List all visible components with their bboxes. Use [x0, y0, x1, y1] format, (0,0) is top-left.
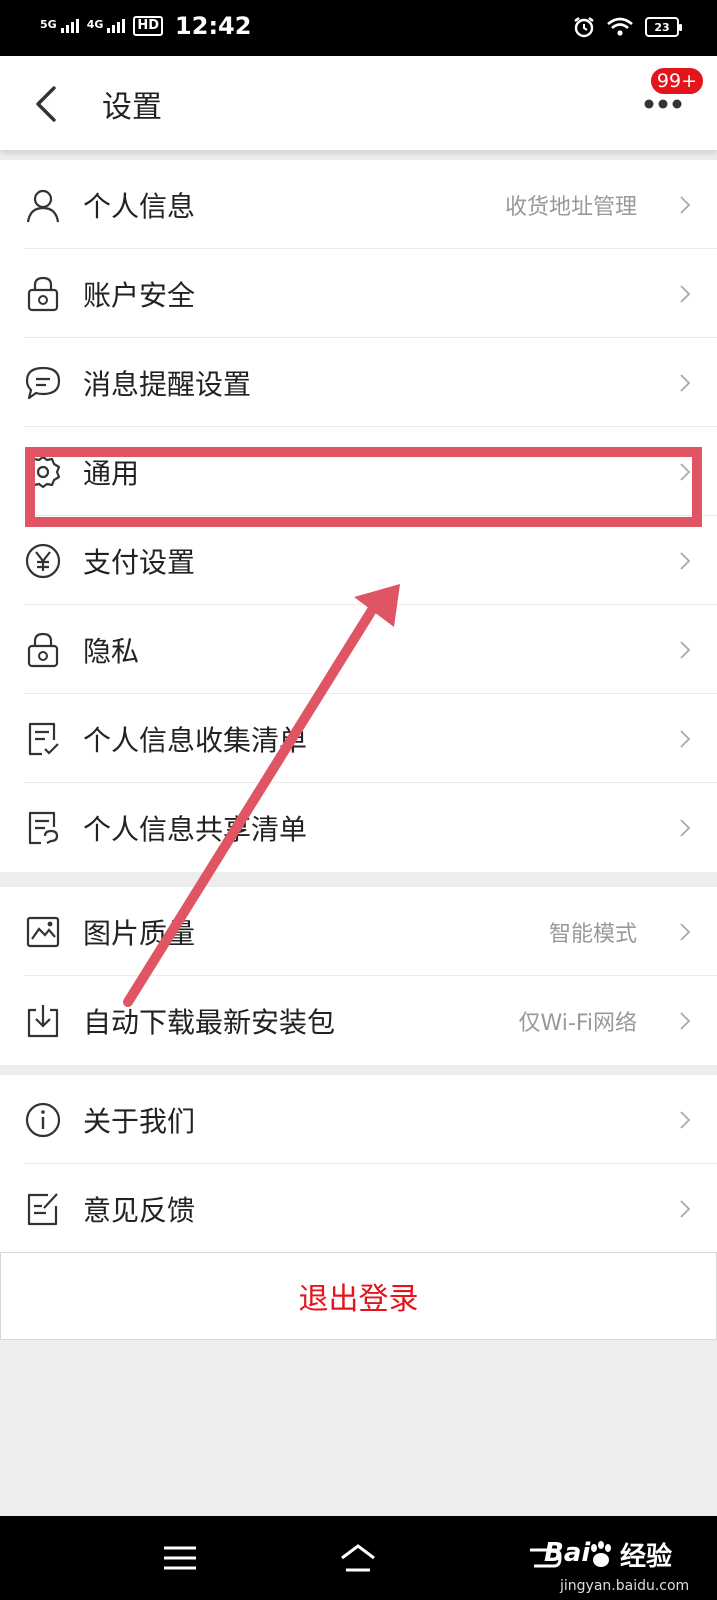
- settings-item-privacy[interactable]: 隐私: [0, 605, 717, 694]
- hd-voice-icon: HD: [133, 16, 164, 36]
- settings-item-label: 个人信息共享清单: [83, 812, 308, 846]
- settings-item-label: 账户安全: [83, 278, 196, 312]
- settings-item-auto-download[interactable]: 自动下载最新安装包 仅Wi-Fi网络: [0, 976, 717, 1065]
- battery-icon: 23: [645, 17, 682, 37]
- settings-item-image-quality[interactable]: 图片质量 智能模式: [0, 887, 717, 976]
- chevron-right-icon: [680, 195, 691, 214]
- settings-item-notification[interactable]: 消息提醒设置: [0, 338, 717, 427]
- chevron-right-icon: [680, 373, 691, 392]
- chevron-right-icon: [680, 640, 691, 659]
- settings-item-info-collection-list[interactable]: 个人信息收集清单: [0, 694, 717, 783]
- status-bar: 5G 4G HD 12:42 23: [0, 0, 717, 56]
- notification-badge: 99+: [648, 66, 705, 96]
- settings-item-label: 个人信息收集清单: [83, 723, 308, 757]
- logout-label: 退出登录: [298, 1282, 419, 1317]
- share-list-icon: [28, 811, 59, 844]
- settings-item-label: 图片质量: [83, 916, 196, 950]
- settings-item-value: 智能模式: [548, 921, 637, 947]
- chat-bubble-icon: [25, 366, 61, 399]
- feedback-icon: [27, 1192, 58, 1225]
- back-arrow-icon[interactable]: [30, 84, 64, 124]
- paw-icon: [591, 1541, 611, 1567]
- battery-level: 23: [654, 20, 670, 34]
- chevron-right-icon: [680, 922, 691, 941]
- sim2-label: 4G: [86, 18, 104, 31]
- lock-icon: [27, 276, 59, 311]
- watermark-suffix: 经验: [620, 1542, 673, 1572]
- settings-item-account-security[interactable]: 账户安全: [0, 249, 717, 338]
- chevron-right-icon: [680, 1199, 691, 1218]
- yen-icon: [25, 543, 61, 578]
- settings-item-label: 支付设置: [83, 545, 196, 579]
- signal-4g-icon: 4G: [87, 19, 126, 33]
- signal-5g-icon: 5G: [40, 19, 79, 33]
- settings-group-about: 关于我们 意见反馈: [0, 1075, 717, 1253]
- settings-item-general[interactable]: 通用: [0, 427, 717, 516]
- settings-item-label: 通用: [83, 456, 140, 490]
- settings-item-info-sharing-list[interactable]: 个人信息共享清单: [0, 783, 717, 872]
- wifi-icon: [607, 17, 633, 36]
- settings-item-personal-info[interactable]: 个人信息 收货地址管理: [0, 160, 717, 249]
- settings-group-account: 个人信息 收货地址管理 账户安全 消息提醒设置 通用 支付设置 隐私 个人信息收…: [0, 160, 717, 872]
- chevron-right-icon: [680, 729, 691, 748]
- settings-item-about-us[interactable]: 关于我们: [0, 1075, 717, 1164]
- chevron-right-icon: [680, 1110, 691, 1129]
- settings-item-feedback[interactable]: 意见反馈: [0, 1164, 717, 1253]
- info-icon: [25, 1102, 61, 1137]
- menu-icon[interactable]: [160, 1540, 200, 1576]
- checklist-icon: [28, 722, 59, 755]
- settings-item-label: 个人信息: [83, 189, 196, 223]
- page-title: 设置: [102, 90, 162, 125]
- settings-item-value: 仅Wi-Fi网络: [518, 1010, 638, 1036]
- logout-button[interactable]: 退出登录: [0, 1252, 717, 1340]
- chevron-right-icon: [680, 284, 691, 303]
- lock-icon: [27, 632, 59, 667]
- sim1-label: 5G: [40, 18, 57, 31]
- settings-item-label: 关于我们: [83, 1104, 196, 1138]
- settings-item-payment[interactable]: 支付设置: [0, 516, 717, 605]
- download-icon: [27, 1004, 59, 1037]
- status-time: 12:42: [175, 12, 252, 40]
- settings-item-value: 收货地址管理: [504, 194, 637, 220]
- chevron-right-icon: [680, 462, 691, 481]
- settings-group-media: 图片质量 智能模式 自动下载最新安装包 仅Wi-Fi网络: [0, 887, 717, 1065]
- gear-icon: [25, 455, 61, 488]
- watermark-brand: Bai: [544, 1538, 591, 1568]
- alarm-icon: [574, 17, 594, 38]
- app-header: 设置 99+: [0, 56, 717, 150]
- settings-item-label: 意见反馈: [83, 1193, 196, 1227]
- chevron-right-icon: [680, 818, 691, 837]
- home-icon[interactable]: [338, 1540, 378, 1576]
- settings-item-label: 隐私: [83, 634, 140, 668]
- watermark-url: jingyan.baidu.com: [560, 1578, 690, 1594]
- settings-item-label: 消息提醒设置: [83, 367, 252, 401]
- settings-item-label: 自动下载最新安装包: [83, 1005, 336, 1039]
- chevron-right-icon: [680, 1011, 691, 1030]
- person-icon: [26, 189, 60, 222]
- chevron-right-icon: [680, 551, 691, 570]
- image-icon: [26, 916, 60, 947]
